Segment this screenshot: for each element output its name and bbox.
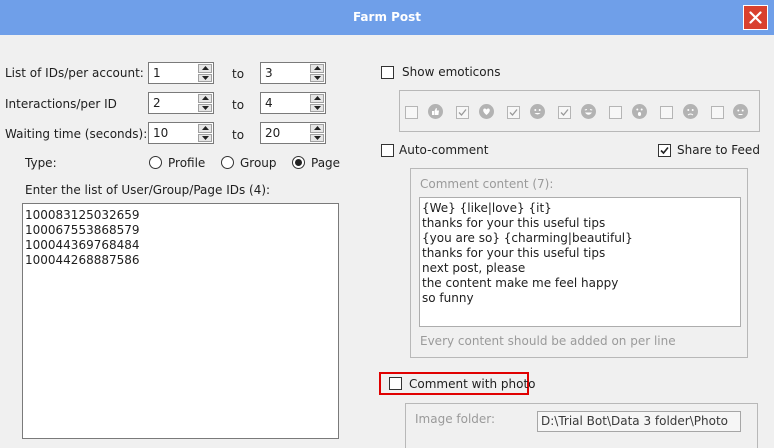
list-item: 100083125032659 [25, 208, 140, 222]
spin-up-button[interactable] [198, 124, 212, 133]
comment-content-hint: Every content should be added on per lin… [420, 334, 676, 348]
share-to-feed-checkbox[interactable] [658, 144, 671, 157]
window-title: Farm Post [352, 10, 422, 24]
checkmark-icon [509, 109, 518, 116]
list-item: {you are so} {charming|beautiful} [422, 231, 633, 245]
comment-content-textarea[interactable]: {We} {like|love} {it} thanks for your th… [419, 197, 741, 327]
type-group-radio[interactable] [221, 156, 234, 169]
comment-with-photo-label[interactable]: Comment with photo [409, 377, 536, 391]
waiting-time-label: Waiting time (seconds): [5, 127, 148, 141]
list-item: the content make me feel happy [422, 276, 619, 290]
show-emoticons-label[interactable]: Show emoticons [402, 65, 500, 79]
list-item: 100044268887586 [25, 253, 140, 267]
emoticon-sad-checkbox[interactable] [609, 106, 622, 119]
arrow-up-icon [201, 66, 209, 71]
wow-emoticon-icon [632, 104, 647, 119]
spin-down-button[interactable] [310, 73, 324, 82]
arrow-up-icon [201, 126, 209, 131]
title-bar: Farm Post [0, 0, 774, 35]
spin-down-button[interactable] [310, 103, 324, 112]
arrow-up-icon [201, 96, 209, 101]
spin-down-button[interactable] [198, 133, 212, 142]
spin-up-button[interactable] [310, 124, 324, 133]
haha-emoticon-icon [530, 104, 545, 119]
arrow-up-icon [313, 66, 321, 71]
ids-per-account-label: List of IDs/per account: [5, 66, 144, 80]
image-folder-label: Image folder: [415, 412, 496, 426]
love-emoticon-icon [479, 104, 494, 119]
share-to-feed-label[interactable]: Share to Feed [677, 143, 760, 157]
ids-per-account-to-input[interactable]: 3 [260, 62, 326, 84]
auto-comment-checkbox[interactable] [381, 144, 394, 157]
type-page-label[interactable]: Page [311, 156, 340, 170]
ids-per-account-to-label: to [232, 67, 245, 81]
list-item: next post, please [422, 261, 526, 275]
interactions-from-input[interactable]: 2 [148, 92, 214, 114]
arrow-down-icon [313, 75, 321, 80]
emoticons-panel [399, 90, 760, 132]
type-label: Type: [25, 156, 57, 170]
ids-textarea[interactable]: 100083125032659 100067553868579 10004436… [22, 203, 339, 439]
arrow-down-icon [201, 75, 209, 80]
list-item: thanks for your this useful tips [422, 246, 606, 260]
type-page-radio[interactable] [292, 156, 305, 169]
arrow-up-icon [313, 96, 321, 101]
type-profile-radio[interactable] [149, 156, 162, 169]
list-item: 100067553868579 [25, 223, 140, 237]
arrow-down-icon [313, 105, 321, 110]
arrow-down-icon [313, 135, 321, 140]
list-item: {We} {like|love} {it} [422, 201, 552, 215]
list-item: 100044369768484 [25, 238, 140, 252]
angry-emoticon-icon [733, 104, 748, 119]
interactions-label: Interactions/per ID [5, 97, 117, 111]
spin-up-button[interactable] [310, 64, 324, 73]
interactions-to-label: to [232, 98, 245, 112]
auto-comment-label[interactable]: Auto-comment [399, 143, 488, 157]
arrow-down-icon [201, 105, 209, 110]
waiting-from-input[interactable]: 10 [148, 122, 214, 144]
emoticon-angry-checkbox[interactable] [660, 106, 673, 119]
spin-down-button[interactable] [310, 133, 324, 142]
list-item: thanks for your this useful tips [422, 216, 606, 230]
type-profile-label[interactable]: Profile [168, 156, 205, 170]
close-icon [749, 11, 762, 24]
spin-up-button[interactable] [198, 94, 212, 103]
waiting-to-label: to [232, 128, 245, 142]
like-emoticon-icon [428, 104, 443, 119]
spin-down-button[interactable] [198, 73, 212, 82]
interactions-to-input[interactable]: 4 [260, 92, 326, 114]
comment-content-label: Comment content (7): [420, 177, 554, 191]
emoticon-love-checkbox[interactable] [456, 106, 469, 119]
checkmark-icon [660, 146, 669, 155]
emoticon-like-checkbox[interactable] [405, 106, 418, 119]
waiting-to-input[interactable]: 20 [260, 122, 326, 144]
list-item: so funny [422, 291, 474, 305]
spin-up-button[interactable] [310, 94, 324, 103]
arrow-down-icon [201, 135, 209, 140]
emoticon-care-checkbox[interactable] [711, 106, 724, 119]
arrow-up-icon [313, 126, 321, 131]
emoticon-wow-checkbox[interactable] [558, 106, 571, 119]
type-group-label[interactable]: Group [240, 156, 277, 170]
spin-down-button[interactable] [198, 103, 212, 112]
checkmark-icon [458, 109, 467, 116]
sad-emoticon-icon [683, 104, 698, 119]
show-emoticons-checkbox[interactable] [381, 66, 394, 79]
laugh-emoticon-icon [581, 104, 596, 119]
ids-list-label: Enter the list of User/Group/Page IDs (4… [25, 183, 271, 197]
ids-per-account-from-input[interactable]: 1 [148, 62, 214, 84]
spin-up-button[interactable] [198, 64, 212, 73]
close-button[interactable] [743, 5, 768, 30]
image-folder-field[interactable]: D:\Trial Bot\Data 3 folder\Photo [537, 411, 741, 432]
checkmark-icon [560, 109, 569, 116]
comment-with-photo-checkbox[interactable] [389, 377, 402, 390]
emoticon-haha-checkbox[interactable] [507, 106, 520, 119]
